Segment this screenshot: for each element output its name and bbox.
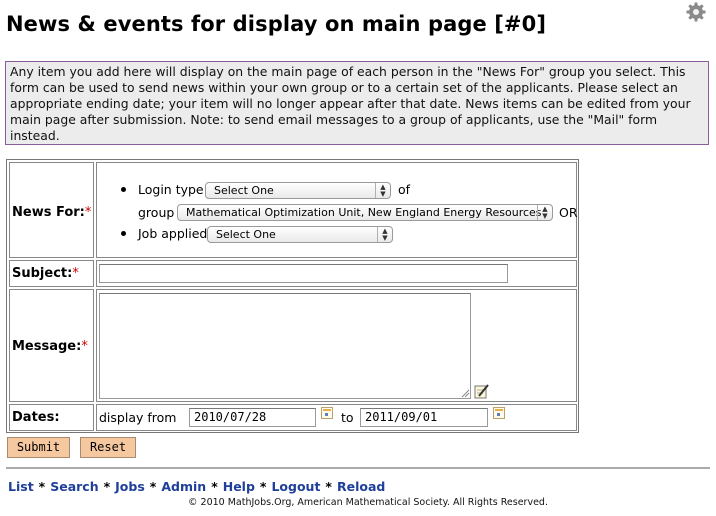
group-label: group [138,205,175,220]
news-for-label: News For: [12,205,85,220]
nav-separator: * [103,479,111,494]
copyright-text: © 2010 MathJobs.Org, American Mathematic… [188,497,548,508]
news-for-field-cell: Login type Select One ▲ ▼ of group Mathem… [96,162,578,258]
nav-link-logout[interactable]: Logout [271,479,320,494]
group-select[interactable]: Mathematical Optimization Unit, New Engl… [177,204,553,221]
from-date-input[interactable]: 2010/07/28 [189,408,316,427]
job-applied-label: Job applied [138,226,208,241]
nav-link-jobs[interactable]: Jobs [115,479,145,494]
or-text: OR [559,205,578,220]
nav-separator: * [149,479,157,494]
nav-link-list[interactable]: List [8,479,34,494]
display-from-label: display from [99,410,177,425]
submit-button[interactable]: Submit [7,437,70,458]
nav-link-help[interactable]: Help [223,479,255,494]
nav-link-reload[interactable]: Reload [337,479,385,494]
login-type-label: Login type [138,182,204,197]
message-textarea[interactable] [99,293,471,399]
reset-button[interactable]: Reset [80,437,136,458]
select-arrows-icon: ▲ ▼ [375,183,390,198]
footer-nav: List * Search * Jobs * Admin * Help * Logout * Reloa… [8,479,385,494]
calendar-icon[interactable] [493,407,505,419]
instructions-box: Any item you add here will display on th… [5,61,709,145]
message-field-cell [96,289,577,402]
nav-separator: * [211,479,218,494]
message-label: Message: [12,339,82,354]
edit-pencil-icon[interactable] [474,384,489,399]
subject-label: Subject: [12,266,73,281]
divider [6,467,710,469]
of-text: of [398,182,411,197]
message-label-cell: Message:* [9,289,94,402]
required-mark: * [72,266,79,281]
dates-label: Dates: [12,410,60,425]
gear-icon[interactable] [686,2,706,22]
required-mark: * [81,339,88,354]
subject-input[interactable] [99,264,508,283]
resize-grip-icon[interactable] [461,389,470,398]
dates-label-cell: Dates: [9,404,94,431]
nav-link-admin[interactable]: Admin [161,479,206,494]
nav-separator: * [259,479,267,494]
page-title: News & events for display on main page [… [6,12,547,36]
bullet-icon [121,231,126,236]
required-mark: * [84,205,92,220]
nav-separator: * [325,479,332,494]
select-arrows-icon: ▲ ▼ [537,205,552,220]
select-arrows-icon: ▲ ▼ [377,227,392,242]
subject-label-cell: Subject:* [9,260,94,287]
to-date-input[interactable]: 2011/09/01 [360,408,488,427]
subject-field-cell [96,260,577,287]
login-type-select[interactable]: Select One ▲ ▼ [205,182,391,199]
calendar-icon[interactable] [321,407,333,419]
nav-link-search[interactable]: Search [50,479,98,494]
job-applied-select[interactable]: Select One ▲ ▼ [207,226,393,243]
to-label: to [341,410,354,425]
dates-field-cell: display from 2010/07/28 to 2011/09/01 [96,404,577,431]
nav-separator: * [38,479,46,494]
bullet-icon [121,187,126,192]
news-form: News For:* Login type Select One ▲ ▼ of g… [6,159,579,433]
news-for-label-cell: News For:* [9,162,94,258]
